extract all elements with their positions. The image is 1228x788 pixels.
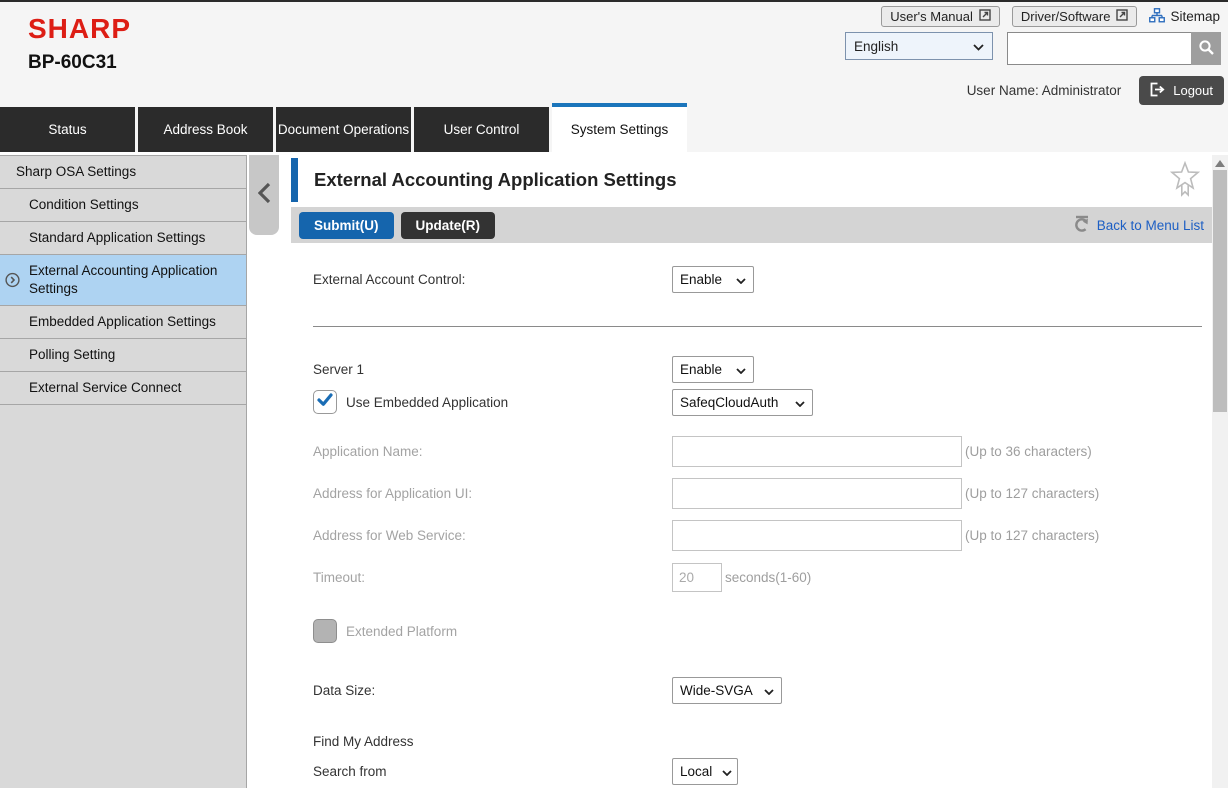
sidebar-item-polling-setting[interactable]: Polling Setting [0, 339, 246, 372]
sidebar-item-sharp-osa-settings[interactable]: Sharp OSA Settings [0, 156, 246, 189]
tab-user-control[interactable]: User Control [414, 107, 549, 152]
address-application-ui-label: Address for Application UI: [313, 486, 672, 501]
section-divider [313, 326, 1202, 327]
chevron-down-icon [736, 362, 746, 377]
address-web-service-hint: (Up to 127 characters) [965, 528, 1099, 543]
external-link-icon [1116, 9, 1128, 24]
application-name-hint: (Up to 36 characters) [965, 444, 1092, 459]
row-search-from: Search from Local [313, 757, 1212, 785]
sidebar-item-embedded-application-settings[interactable]: Embedded Application Settings [0, 306, 246, 339]
use-embedded-application-checkbox[interactable] [313, 390, 337, 414]
embedded-application-select[interactable]: SafeqCloudAuth [672, 389, 813, 416]
users-manual-button[interactable]: User's Manual [881, 6, 1000, 27]
data-size-label: Data Size: [313, 683, 672, 698]
model-name: BP-60C31 [28, 52, 117, 74]
sidebar-item-standard-application-settings[interactable]: Standard Application Settings [0, 222, 246, 255]
sidebar-item-condition-settings[interactable]: Condition Settings [0, 189, 246, 222]
timeout-label: Timeout: [313, 570, 672, 585]
data-size-select[interactable]: Wide-SVGA [672, 677, 782, 704]
settings-form: External Account Control: Enable Server … [313, 243, 1212, 785]
scrollbar-thumb[interactable] [1213, 170, 1227, 412]
address-application-ui-input [672, 478, 962, 509]
sidebar-item-external-accounting-application-settings[interactable]: External Accounting Application Settings [0, 255, 246, 306]
extended-platform-label: Extended Platform [346, 624, 457, 639]
chevron-down-icon [764, 683, 774, 698]
vertical-scrollbar [1212, 155, 1228, 788]
timeout-hint: seconds(1-60) [725, 570, 811, 585]
title-accent-bar [291, 158, 298, 202]
update-button[interactable]: Update(R) [401, 212, 496, 239]
sitemap-icon [1149, 8, 1165, 26]
application-name-label: Application Name: [313, 444, 672, 459]
main-tab-bar: Status Address Book Document Operations … [0, 103, 690, 152]
sidebar-item-external-service-connect[interactable]: External Service Connect [0, 372, 246, 405]
scroll-up-arrow[interactable] [1215, 160, 1225, 167]
logout-button[interactable]: Logout [1139, 76, 1224, 105]
row-application-name: Application Name: (Up to 36 characters) [313, 435, 1212, 467]
application-name-input [672, 436, 962, 467]
search-button[interactable] [1191, 32, 1221, 65]
driver-software-button[interactable]: Driver/Software [1012, 6, 1138, 27]
search-from-select[interactable]: Local [672, 758, 738, 785]
search-from-label: Search from [313, 764, 672, 779]
timeout-input [672, 563, 722, 592]
external-account-control-label: External Account Control: [313, 272, 672, 287]
address-application-ui-hint: (Up to 127 characters) [965, 486, 1099, 501]
search-icon [1198, 39, 1215, 59]
external-account-control-select[interactable]: Enable [672, 266, 754, 293]
checkmark-icon [317, 393, 333, 412]
row-external-account-control: External Account Control: Enable [313, 265, 1212, 293]
tab-system-settings[interactable]: System Settings [552, 103, 687, 152]
external-link-icon [979, 9, 991, 24]
action-toolbar: Submit(U) Update(R) Back to Menu List [291, 207, 1212, 243]
row-address-web-service: Address for Web Service: (Up to 127 char… [313, 519, 1212, 551]
user-name-label: User Name: Administrator [967, 83, 1122, 98]
chevron-left-icon [258, 182, 271, 209]
submit-button[interactable]: Submit(U) [299, 212, 394, 239]
row-address-application-ui: Address for Application UI: (Up to 127 c… [313, 477, 1212, 509]
row-server1: Server 1 Enable [313, 355, 1212, 383]
use-embedded-application-label: Use Embedded Application [346, 395, 508, 410]
sharp-logo: SHARP [28, 13, 131, 45]
return-arrow-icon [1072, 214, 1091, 236]
search-input[interactable] [1007, 32, 1191, 65]
chevron-down-icon [722, 764, 732, 779]
row-extended-platform: Extended Platform [313, 618, 1212, 644]
chevron-down-icon [795, 395, 805, 410]
chevron-down-icon [973, 39, 984, 54]
row-data-size: Data Size: Wide-SVGA [313, 676, 1212, 704]
back-to-menu-link[interactable]: Back to Menu List [1072, 214, 1204, 236]
tab-document-operations[interactable]: Document Operations [276, 107, 411, 152]
search-box [1007, 32, 1221, 65]
page-title: External Accounting Application Settings [314, 169, 677, 191]
row-use-embedded-application: Use Embedded Application SafeqCloudAuth [313, 388, 1212, 416]
server1-label: Server 1 [313, 362, 672, 377]
chevron-down-icon [736, 272, 746, 287]
tab-address-book[interactable]: Address Book [138, 107, 273, 152]
favorite-star-icon[interactable] [1170, 161, 1200, 204]
tab-status[interactable]: Status [0, 107, 135, 152]
sitemap-link[interactable]: Sitemap [1149, 8, 1220, 26]
language-select[interactable]: English [845, 32, 993, 60]
server1-select[interactable]: Enable [672, 356, 754, 383]
circled-arrow-icon [5, 273, 20, 288]
address-web-service-label: Address for Web Service: [313, 528, 672, 543]
row-timeout: Timeout: seconds(1-60) [313, 562, 1212, 592]
logout-icon [1150, 82, 1166, 100]
row-find-my-address: Find My Address [313, 731, 1212, 751]
extended-platform-checkbox [313, 619, 337, 643]
sidebar-collapse-button[interactable] [249, 155, 279, 235]
find-my-address-label: Find My Address [313, 734, 672, 749]
address-web-service-input [672, 520, 962, 551]
sidebar: Sharp OSA Settings Condition Settings St… [0, 155, 247, 788]
